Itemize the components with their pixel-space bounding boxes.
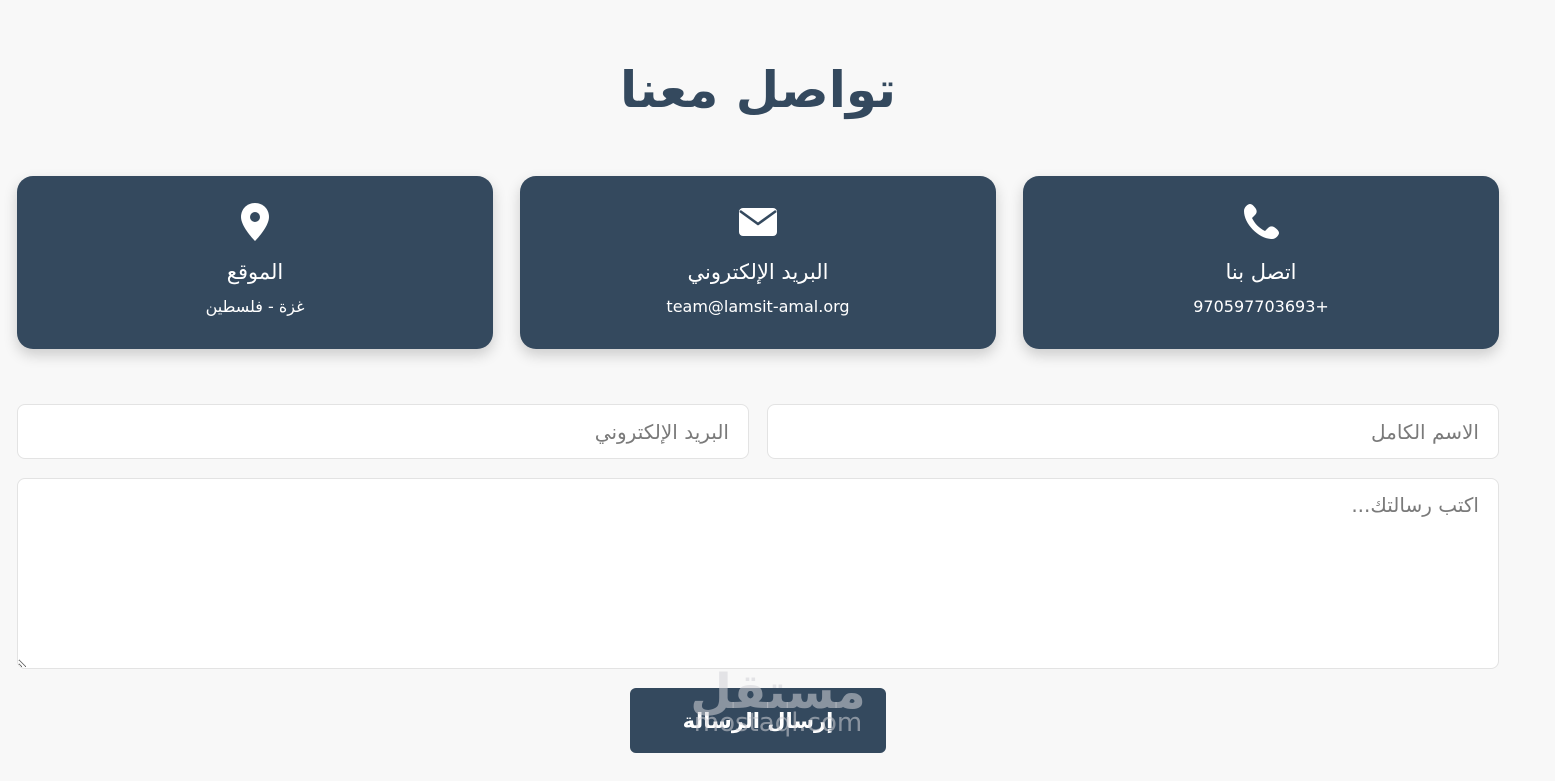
message-textarea[interactable]	[17, 478, 1499, 669]
map-pin-icon	[17, 200, 493, 244]
phone-card-title: اتصل بنا	[1225, 260, 1297, 284]
location-card-value: غزة - فلسطين	[205, 297, 305, 316]
location-card: الموقع غزة - فلسطين	[17, 176, 493, 349]
phone-card: اتصل بنا 970597703693+	[1023, 176, 1499, 349]
phone-card-value[interactable]: 970597703693+	[1023, 294, 1499, 320]
envelope-icon	[520, 200, 996, 244]
email-card: البريد الإلكتروني team@lamsit-amal.org	[520, 176, 996, 349]
email-input[interactable]	[17, 404, 749, 459]
page-title: تواصل معنا	[620, 61, 896, 119]
email-card-value[interactable]: team@lamsit-amal.org	[520, 294, 996, 320]
full-name-input[interactable]	[767, 404, 1499, 459]
contact-page: تواصل معنا الموقع غزة - فلسطين البريد ال…	[0, 0, 1555, 781]
send-message-button[interactable]: إرسال الرسالة	[630, 688, 886, 753]
location-card-title: الموقع	[226, 260, 284, 284]
email-card-title: البريد الإلكتروني	[687, 260, 829, 284]
phone-icon	[1023, 200, 1499, 244]
